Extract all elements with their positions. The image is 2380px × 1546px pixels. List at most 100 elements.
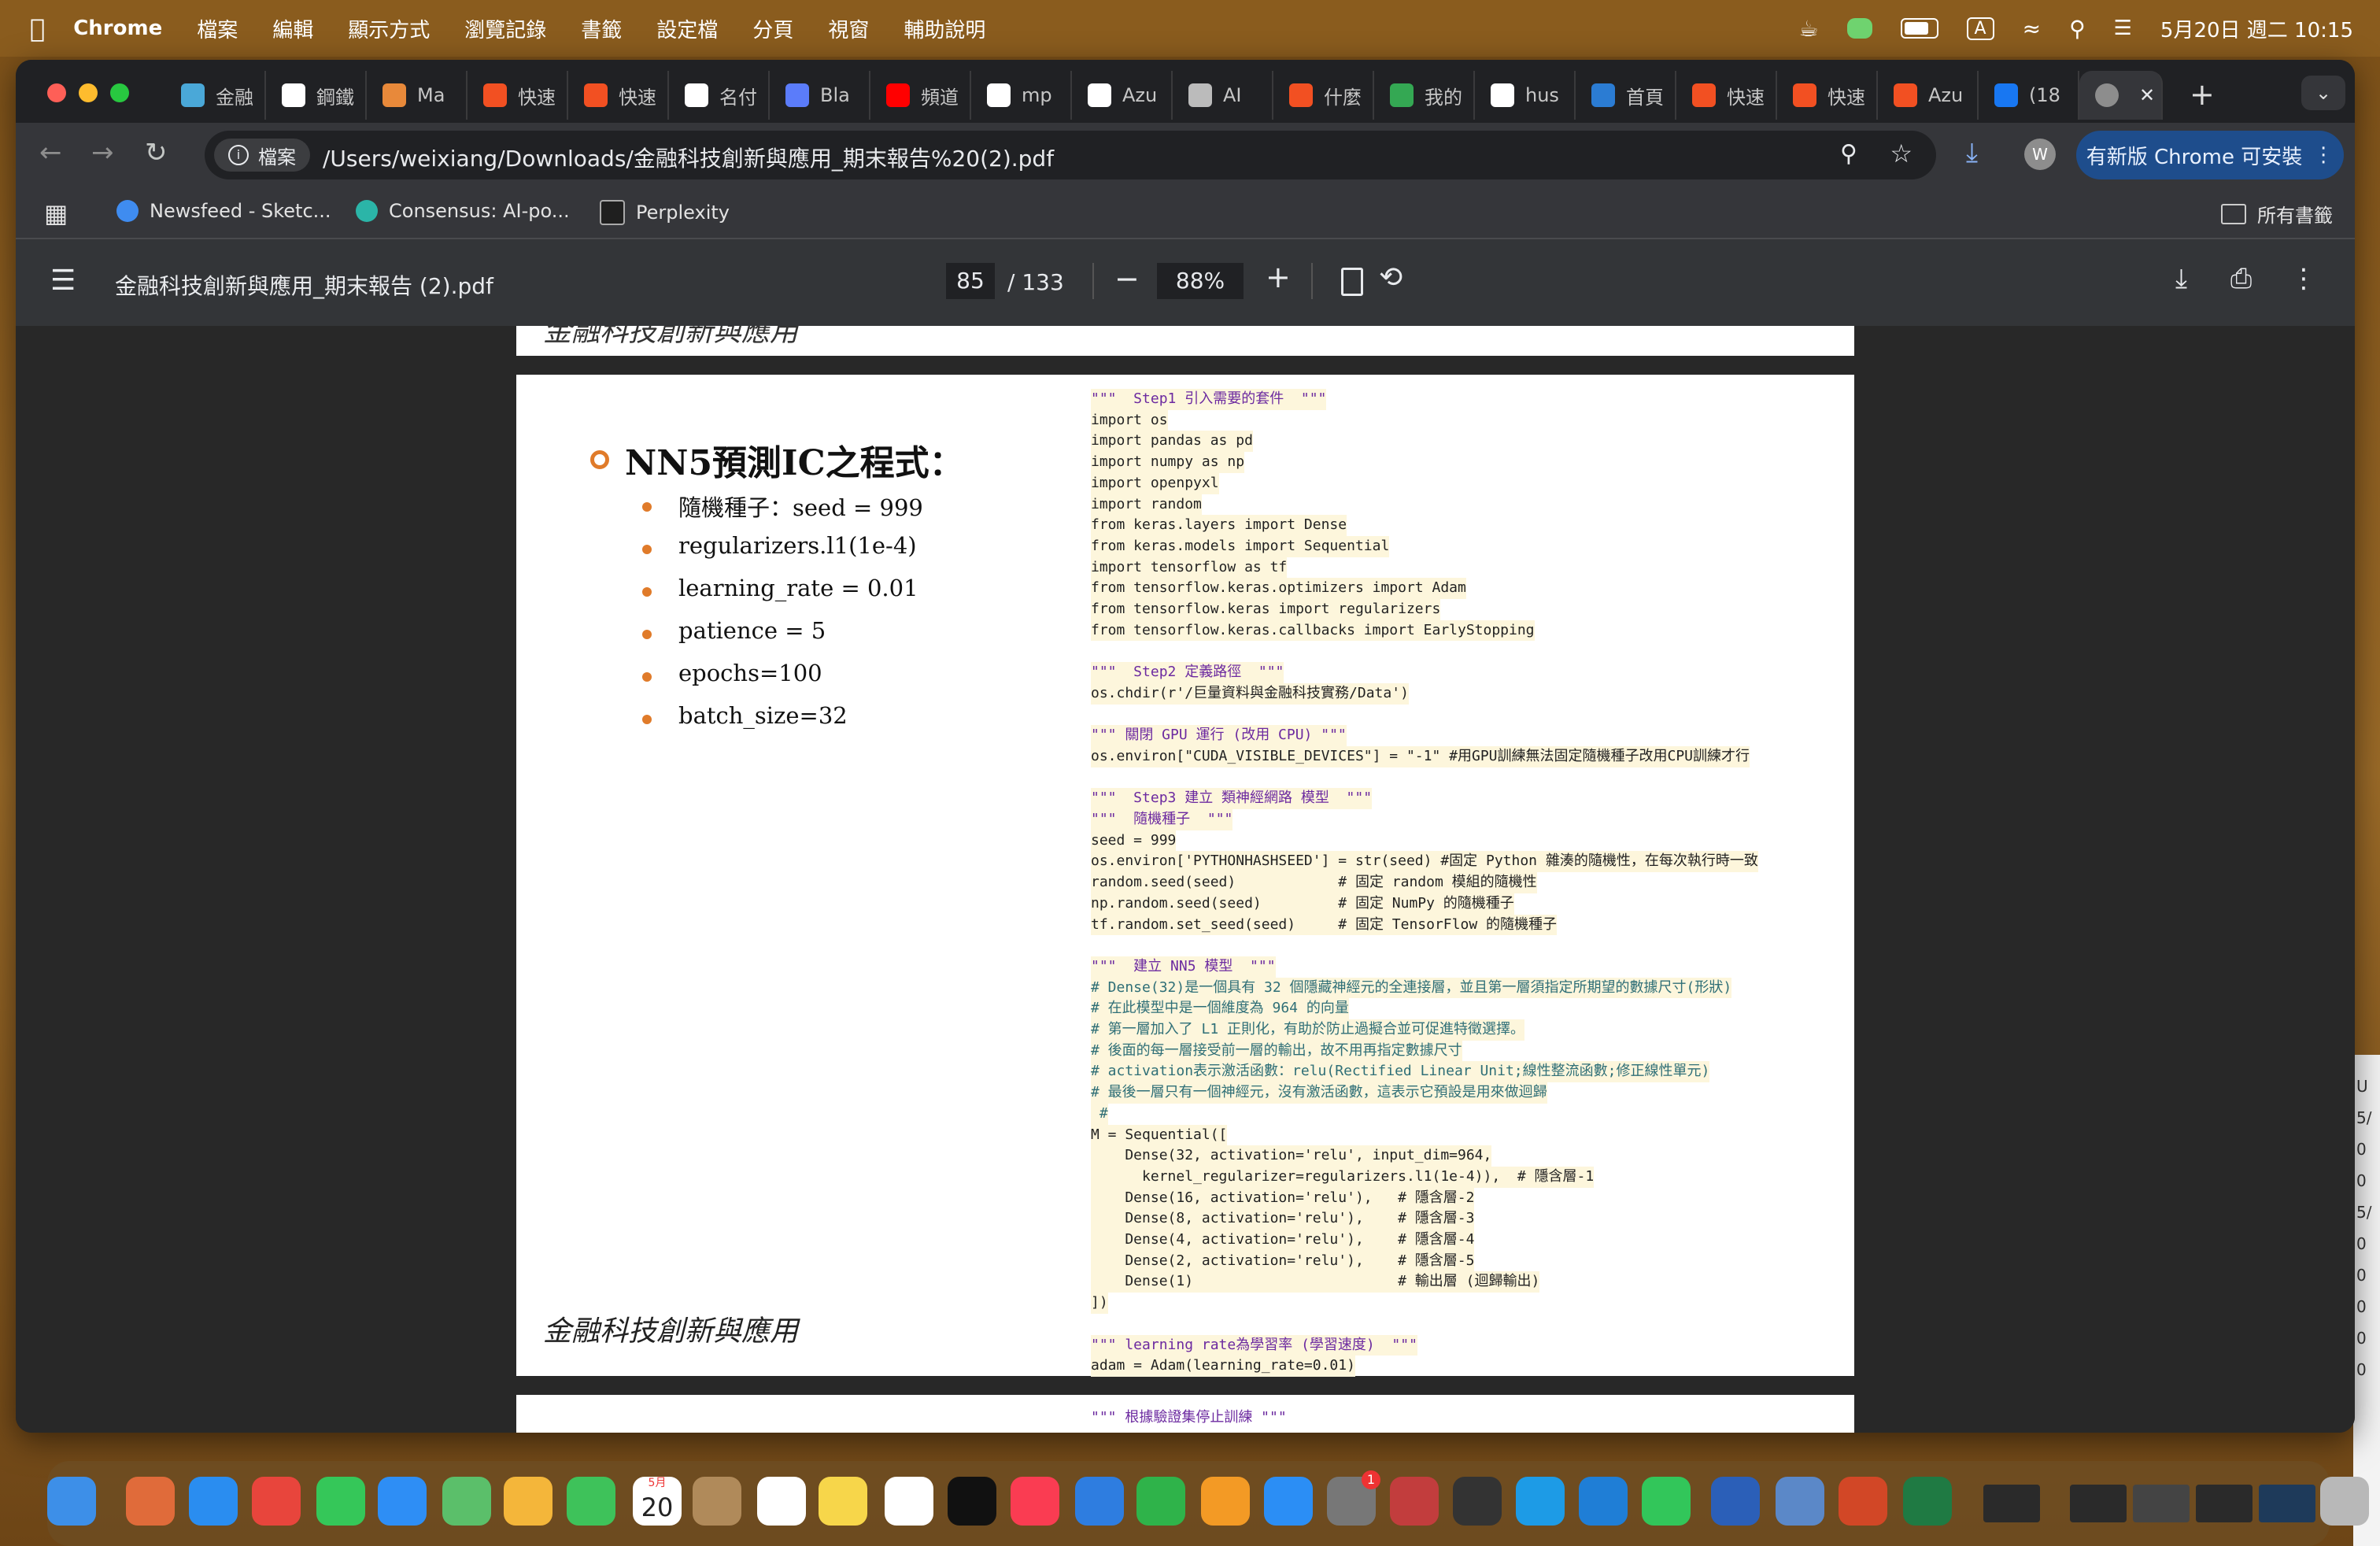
print-icon[interactable]: ⎙ [2230,263,2252,294]
zoom-out-button[interactable]: − [1114,261,1140,296]
bookmark-consensus[interactable]: Consensus: AI-po... [356,200,570,222]
zoom-in-button[interactable]: + [1266,260,1291,294]
browser-tab[interactable]: Azu [1072,71,1173,120]
menu-help[interactable]: 輔助說明 [904,14,985,43]
zoom-search-icon[interactable]: ⚲ [1840,140,1857,168]
menu-window[interactable]: 視窗 [828,14,869,43]
back-button[interactable]: ← [39,137,62,168]
numbers-icon[interactable] [1136,1477,1185,1526]
browser-tab[interactable]: 快速 [568,71,669,120]
sidebar-menu-icon[interactable]: ☰ [50,264,76,297]
powerpoint-icon[interactable] [1839,1477,1887,1526]
status-app-icon[interactable]: ☕ [1798,16,1818,42]
browser-tab[interactable]: 什麼 [1273,71,1374,120]
browser-tab[interactable]: 頻道 [870,71,971,120]
browser-tab[interactable]: Ma [367,71,468,120]
window-thumb-icon[interactable] [2196,1485,2252,1522]
minimize-window-button[interactable] [79,83,98,102]
close-window-button[interactable] [47,83,66,102]
zoom-window-button[interactable] [110,83,129,102]
chrome-icon[interactable] [252,1477,301,1526]
fit-page-icon[interactable] [1341,268,1363,296]
close-tab-icon[interactable]: ✕ [2139,84,2155,106]
maps-icon[interactable] [442,1477,491,1526]
browser-tab[interactable]: 金融 [165,71,266,120]
preview-icon[interactable] [1776,1477,1824,1526]
messages-icon[interactable] [316,1477,365,1526]
window-thumb-icon[interactable] [2133,1485,2190,1522]
browser-tab[interactable]: AI [1173,71,1273,120]
contacts-icon[interactable] [693,1477,741,1526]
spotlight-search-icon[interactable]: ⚲ [2069,16,2086,42]
browser-tab[interactable]: 快速 [1777,71,1878,120]
reminders-icon[interactable] [757,1477,806,1526]
downloads-icon[interactable]: ⤓ [1966,137,1978,168]
tab-search-button[interactable]: ⌄ [2301,76,2345,110]
keynote-icon[interactable] [1075,1477,1124,1526]
all-bookmarks-button[interactable]: 所有書籤 [2221,200,2333,227]
window-thumb-icon[interactable] [2259,1485,2315,1522]
photos-icon[interactable] [504,1477,552,1526]
browser-tab[interactable]: 鋼鐵 [266,71,367,120]
window-thumb-icon[interactable] [1983,1485,2040,1522]
browser-tab[interactable]: (18 [1979,71,2079,120]
appletv-icon[interactable] [948,1477,996,1526]
menu-bookmarks[interactable]: 書籤 [581,14,622,43]
line-icon[interactable] [1642,1477,1691,1526]
unity-icon[interactable] [1453,1477,1502,1526]
menubar-clock[interactable]: 5月20日 週二 10:15 [2160,14,2353,43]
address-bar[interactable]: i 檔案 /Users/weixiang/Downloads/金融科技創新與應用… [205,131,1936,179]
site-info-chip[interactable]: i 檔案 [214,139,310,172]
new-tab-button[interactable]: + [2190,77,2215,112]
freeform-icon[interactable] [885,1477,933,1526]
menu-view[interactable]: 顯示方式 [348,14,430,43]
browser-tab[interactable]: 快速 [1676,71,1777,120]
word-icon[interactable] [1711,1477,1760,1526]
browser-tab[interactable]: hus [1475,71,1576,120]
appstore-icon[interactable] [1264,1477,1313,1526]
safari-icon[interactable] [189,1477,238,1526]
menubar-app-name[interactable]: Chrome [73,17,162,40]
apps-grid-icon[interactable]: ▦ [44,198,68,228]
reload-button[interactable]: ↻ [145,137,168,168]
profile-avatar[interactable]: W [2024,139,2056,170]
mail-icon[interactable] [378,1477,427,1526]
bookmark-star-icon[interactable]: ☆ [1890,139,1913,168]
notes-icon[interactable] [819,1477,867,1526]
menu-edit[interactable]: 編輯 [272,14,313,43]
more-actions-icon[interactable]: ⋮ [2290,263,2317,294]
finder-icon[interactable] [47,1477,96,1526]
menu-history[interactable]: 瀏覽記錄 [464,14,546,43]
url-text[interactable]: /Users/weixiang/Downloads/金融科技創新與應用_期末報告… [323,142,1054,173]
apple-logo-icon[interactable]:  [30,13,45,43]
browser-tab[interactable]: 首頁 [1576,71,1676,120]
browser-tab[interactable]: Azu [1878,71,1979,120]
browser-tab[interactable]: 我的 [1374,71,1475,120]
wifi-icon[interactable]: ≈ [2023,16,2041,42]
bookmark-perplexity[interactable]: Perplexity [600,200,730,225]
music-icon[interactable] [1011,1477,1059,1526]
trash-icon[interactable] [2320,1477,2369,1526]
menu-tab[interactable]: 分頁 [752,14,793,43]
pdf-app-icon[interactable] [1390,1477,1439,1526]
launchpad-icon[interactable] [126,1477,175,1526]
forward-button[interactable]: → [91,137,114,168]
window-thumb-icon[interactable] [2070,1485,2127,1522]
browser-tab[interactable]: Bla [770,71,870,120]
excel-icon[interactable] [1903,1477,1952,1526]
control-center-icon[interactable]: ☰ [2114,17,2132,40]
vscode-icon[interactable] [1579,1477,1628,1526]
rotate-icon[interactable]: ⟲ [1379,261,1402,294]
input-method-indicator[interactable]: A [1966,17,1994,40]
docker-icon[interactable] [1516,1477,1565,1526]
zoom-level-input[interactable]: 88% [1157,263,1244,299]
browser-tab[interactable]: mp [971,71,1072,120]
menu-profiles[interactable]: 設定檔 [656,14,718,43]
pages-icon[interactable] [1201,1477,1250,1526]
calendar-icon[interactable]: 5月 20 [633,1477,682,1526]
page-number-input[interactable]: 85 [946,263,995,299]
download-pdf-icon[interactable]: ⤓ [2175,263,2187,294]
browser-tab[interactable]: 快速 [468,71,568,120]
pdf-viewer[interactable]: 金融科技創新與應用 NN5預測IC之程式： 隨機種子：seed = 999 re… [16,326,2355,1433]
bookmark-newsfeed[interactable]: Newsfeed - Sketc... [116,200,331,222]
